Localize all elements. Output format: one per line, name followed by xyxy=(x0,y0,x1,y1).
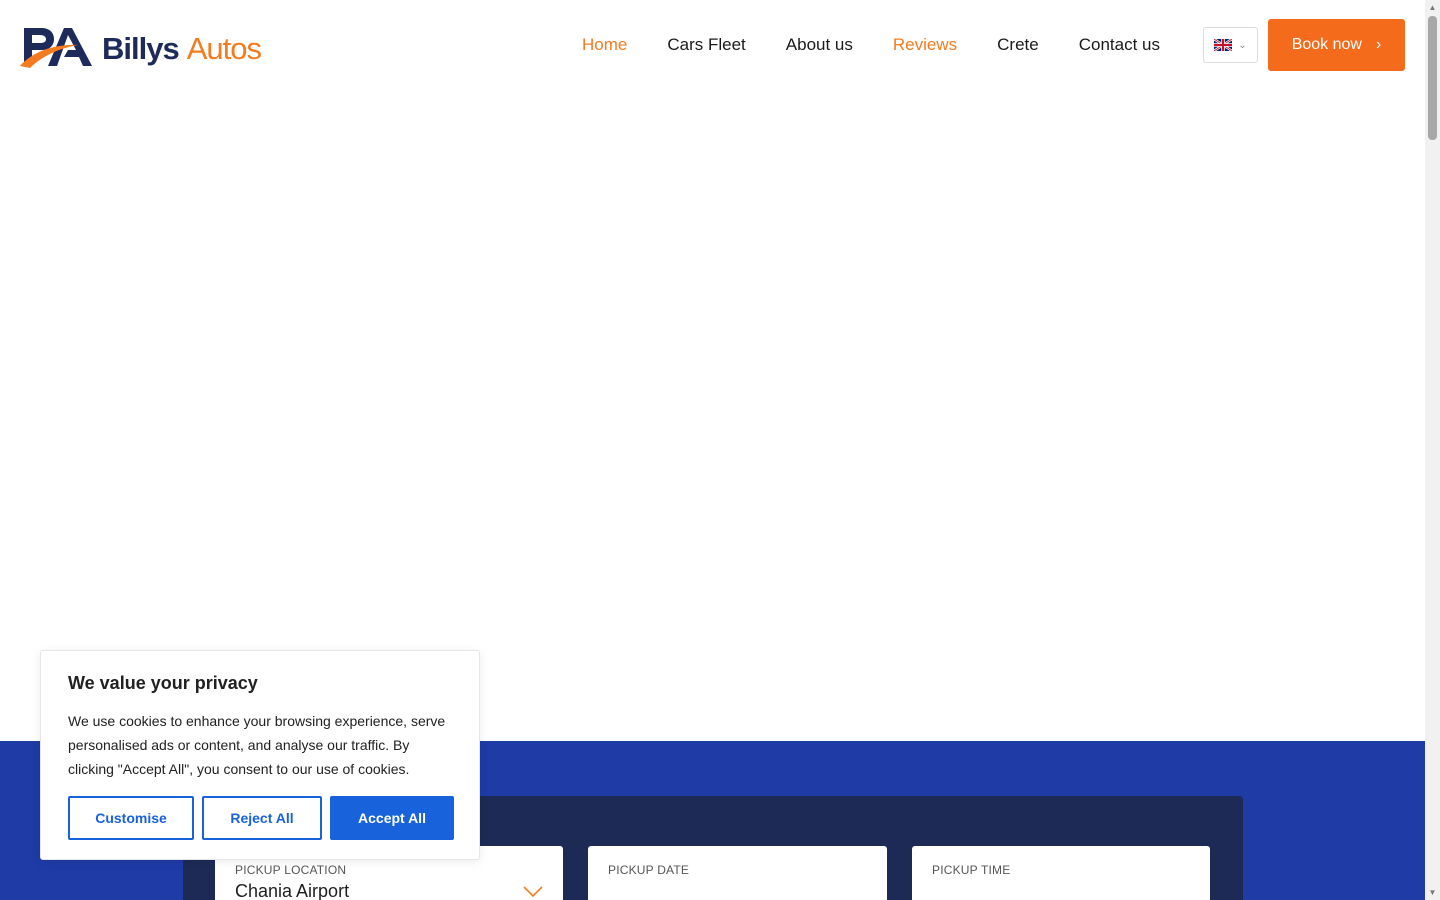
accept-all-button[interactable]: Accept All xyxy=(330,796,454,840)
pickup-time-field[interactable]: PICKUP TIME xyxy=(912,846,1210,900)
book-now-button[interactable]: Book now › xyxy=(1268,19,1405,71)
main-nav: Home Cars Fleet About us Reviews Crete C… xyxy=(582,35,1200,55)
nav-item-about-us[interactable]: About us xyxy=(786,35,853,55)
uk-flag-icon xyxy=(1214,39,1233,51)
language-selector[interactable]: ⌄ xyxy=(1203,27,1258,63)
reject-all-button[interactable]: Reject All xyxy=(202,796,322,840)
scroll-down-icon[interactable]: ▼ xyxy=(1425,885,1440,900)
logo-word-1: Billys xyxy=(102,30,180,66)
chevron-down-icon xyxy=(523,886,543,898)
chevron-down-icon: ⌄ xyxy=(1238,39,1247,51)
nav-item-reviews[interactable]: Reviews xyxy=(893,35,957,55)
cookie-buttons: Customise Reject All Accept All xyxy=(68,796,454,840)
pickup-date-field[interactable]: PICKUP DATE xyxy=(588,846,887,900)
cookie-title: We value your privacy xyxy=(68,673,258,693)
site-header: Billys Autos Home Cars Fleet About us Rev… xyxy=(0,0,1425,90)
cookie-text: We use cookies to enhance your browsing … xyxy=(68,713,446,777)
book-now-label: Book now xyxy=(1291,36,1362,53)
logo-text: Billys Autos xyxy=(102,30,262,66)
customise-button[interactable]: Customise xyxy=(68,796,194,840)
pickup-location-label: PICKUP LOCATION xyxy=(235,863,347,877)
cookie-consent-banner: We value your privacy We use cookies to … xyxy=(40,650,480,860)
pickup-date-label: PICKUP DATE xyxy=(608,863,690,877)
chevron-right-icon: › xyxy=(1375,36,1382,53)
nav-item-crete[interactable]: Crete xyxy=(997,35,1039,55)
page: Billys Autos Home Cars Fleet About us Rev… xyxy=(0,0,1440,900)
page-scrollbar[interactable]: ▲ ▼ xyxy=(1425,0,1440,900)
scrollbar-thumb[interactable] xyxy=(1428,16,1437,140)
pickup-location-value: Chania Airport xyxy=(235,881,350,900)
nav-item-home[interactable]: Home xyxy=(582,35,627,55)
nav-item-cars-fleet[interactable]: Cars Fleet xyxy=(667,35,745,55)
pickup-time-label: PICKUP TIME xyxy=(932,863,1011,877)
nav-item-contact-us[interactable]: Contact us xyxy=(1079,35,1160,55)
scroll-up-icon[interactable]: ▲ xyxy=(1425,0,1440,15)
logo-mark-icon xyxy=(20,28,92,68)
logo-link[interactable]: Billys Autos xyxy=(20,24,262,70)
logo-word-2: Autos xyxy=(186,30,262,66)
